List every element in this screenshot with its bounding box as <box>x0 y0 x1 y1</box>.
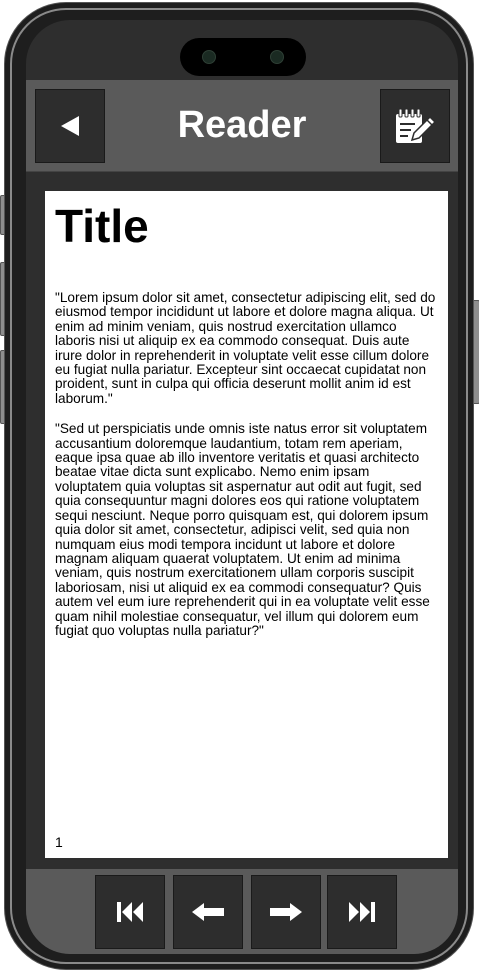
camera-notch <box>180 38 306 76</box>
footer-nav-bar <box>26 869 458 954</box>
header-bar: Reader <box>26 80 458 172</box>
last-page-button[interactable] <box>327 875 397 949</box>
next-page-button[interactable] <box>251 875 321 949</box>
previous-page-icon <box>192 903 224 921</box>
page-number: 1 <box>55 834 63 850</box>
phone-screen: Reader Title "Lorem ipsum dolor sit amet… <box>26 20 458 954</box>
document-page[interactable]: Title "Lorem ipsum dolor sit amet, conse… <box>45 191 448 858</box>
page-title: Reader <box>177 104 307 146</box>
edit-notepad-icon <box>396 108 437 143</box>
play-left-icon <box>61 116 79 136</box>
phone-frame: Reader Title "Lorem ipsum dolor sit amet… <box>4 2 474 970</box>
first-page-button[interactable] <box>95 875 165 949</box>
document-title: Title <box>55 200 149 252</box>
last-page-icon <box>349 902 375 922</box>
previous-page-button[interactable] <box>173 875 243 949</box>
camera-lens-icon <box>202 50 216 64</box>
paragraph: "Lorem ipsum dolor sit amet, consectetur… <box>55 290 436 406</box>
first-page-icon <box>117 902 143 922</box>
edit-button[interactable] <box>380 89 450 163</box>
sensor-icon <box>270 50 284 64</box>
back-button[interactable] <box>35 89 105 163</box>
next-page-icon <box>270 903 302 921</box>
paragraph: "Sed ut perspiciatis unde omnis iste nat… <box>55 421 430 638</box>
